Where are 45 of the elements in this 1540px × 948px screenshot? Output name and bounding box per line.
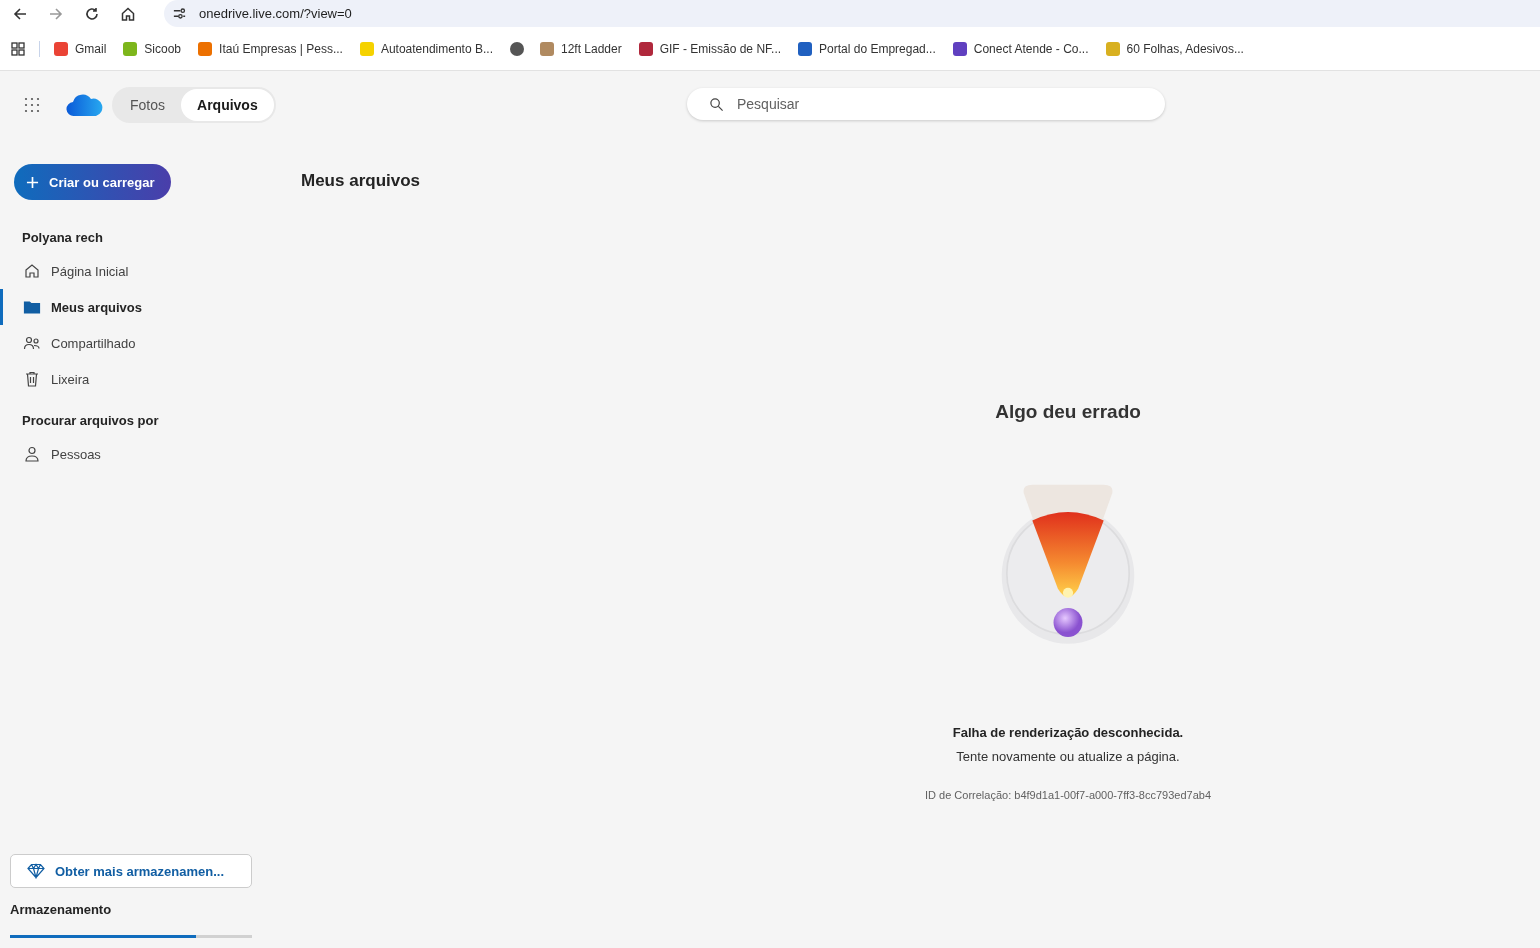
- address-bar[interactable]: onedrive.live.com/?view=0: [164, 0, 1540, 27]
- bookmark[interactable]: 60 Folhas, Adesivos...: [1105, 41, 1244, 56]
- tab[interactable]: Arquivos: [181, 89, 274, 121]
- site-settings-icon[interactable]: [172, 6, 187, 21]
- search-field[interactable]: Pesquisar: [687, 88, 1165, 120]
- storage-heading: Armazenamento: [10, 902, 113, 917]
- search-icon: [709, 97, 724, 112]
- sidebar-item[interactable]: Lixeira: [0, 361, 270, 397]
- apps-icon[interactable]: [11, 41, 25, 56]
- plus-icon: [26, 175, 39, 189]
- sidebar-item[interactable]: Página Inicial: [0, 253, 270, 289]
- cloud-logo-icon[interactable]: [66, 93, 104, 117]
- page-title: Meus arquivos: [301, 171, 422, 191]
- tab[interactable]: Fotos: [114, 89, 181, 121]
- bookmark[interactable]: Portal do Empregad...: [798, 41, 936, 56]
- section-heading: Polyana rech: [21, 230, 104, 245]
- section-heading: Procurar arquivos por: [21, 413, 160, 428]
- create-button[interactable]: Criar ou carregar: [14, 164, 171, 200]
- error-hint: Tente novamente ou atualize a página.: [956, 749, 1180, 764]
- correlation-id: ID de Correlação: b4f9d1a1-00f7-a000-7ff3-8cc793ed7ab4: [925, 789, 1211, 801]
- home-icon[interactable]: [120, 5, 136, 22]
- bookmark[interactable]: Itaú Empresas | Pess...: [198, 41, 343, 56]
- url-text: onedrive.live.com/?view=0: [199, 6, 352, 21]
- bookmark[interactable]: GIF - Emissão de NF...: [638, 41, 782, 56]
- sidebar-item[interactable]: Meus arquivos: [0, 289, 270, 325]
- folder-icon: [23, 298, 41, 316]
- bookmark[interactable]: Gmail: [54, 41, 107, 56]
- diamond-icon: [27, 863, 45, 879]
- get-storage-button[interactable]: Obter mais armazenamen...: [10, 854, 252, 888]
- back-icon[interactable]: [12, 5, 28, 22]
- reload-icon[interactable]: [84, 5, 100, 22]
- home-icon: [23, 262, 41, 280]
- app-launcher-icon[interactable]: [24, 97, 40, 113]
- bookmark[interactable]: Autoatendimento B...: [359, 41, 493, 56]
- sidebar-item[interactable]: Compartilhado: [0, 325, 270, 361]
- bookmark[interactable]: 12ft Ladder: [539, 41, 622, 56]
- trash-icon: [23, 370, 41, 388]
- bookmark[interactable]: Conect Atende - Co...: [952, 41, 1089, 56]
- error-message: Falha de renderização desconhecida.: [952, 725, 1184, 740]
- sidebar-item[interactable]: Pessoas: [0, 436, 270, 472]
- forward-icon[interactable]: [48, 5, 64, 22]
- error-title: Algo deu errado: [995, 401, 1141, 423]
- person-icon: [23, 445, 41, 463]
- bookmark[interactable]: Sicoob: [123, 41, 182, 56]
- people-icon: [23, 334, 41, 352]
